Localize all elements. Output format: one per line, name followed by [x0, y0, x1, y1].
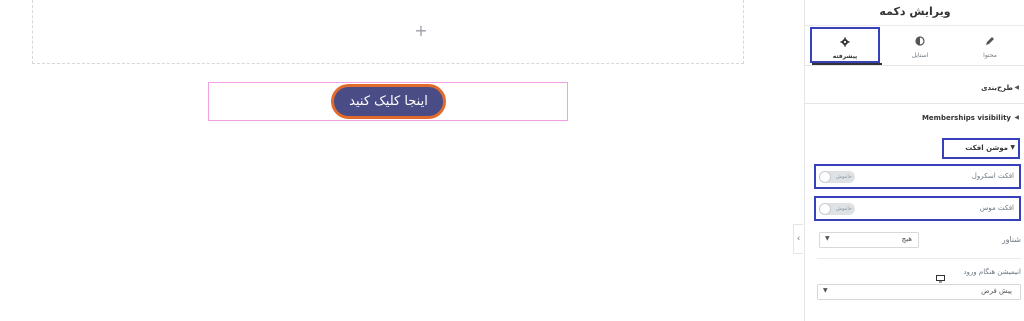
section-layout-label: طرح‌بندی	[981, 84, 1013, 92]
chevron-down-icon: ▼	[823, 287, 828, 294]
panel-title: ویرایش دکمه	[879, 5, 951, 18]
panel-collapse-toggle[interactable]: ‹	[793, 224, 803, 254]
toggle-state-label: خاموش	[836, 206, 852, 212]
float-select[interactable]: هیچ ▼	[819, 232, 919, 248]
float-select-value: هیچ	[901, 235, 912, 243]
toggle-state-label: خاموش	[836, 174, 852, 180]
plus-icon[interactable]: +	[412, 22, 430, 40]
gear-icon	[812, 37, 878, 49]
caret-left-icon: ◀	[1014, 84, 1019, 91]
button-widget[interactable]: اینجا کلیک کنید	[208, 82, 568, 121]
section-memberships-visibility[interactable]: ◀ Memberships visibility	[805, 104, 1024, 134]
section-memberships-label: Memberships visibility	[921, 114, 1011, 122]
section-motion-label: موشن افکت	[965, 144, 1008, 152]
mouse-effect-toggle[interactable]: خاموش	[819, 203, 855, 215]
empty-section[interactable]: +	[32, 0, 744, 64]
tab-advanced[interactable]: پیشرفته	[810, 27, 880, 63]
tab-content-label: محتوا	[983, 52, 997, 59]
scroll-effect-label: افکت اسکرول	[971, 172, 1014, 180]
panel-tabs: محتوا استایل پیشرفته	[805, 26, 1024, 66]
settings-panel: ویرایش دکمه محتوا استایل پیشرفته	[804, 0, 1024, 321]
tab-advanced-label: پیشرفته	[832, 53, 858, 60]
cta-button[interactable]: اینجا کلیک کنید	[331, 84, 446, 119]
editor-screen: + اینجا کلیک کنید ‹ ویرایش دکمه محتوا اس…	[0, 0, 1024, 321]
mouse-effect-label: افکت موس	[979, 204, 1014, 212]
contrast-icon	[885, 36, 955, 48]
section-layout[interactable]: ◀ طرح‌بندی	[805, 74, 1024, 104]
pencil-icon	[955, 36, 1024, 48]
scroll-effect-toggle[interactable]: خاموش	[819, 171, 855, 183]
entrance-animation-label: انیمیشن هنگام ورود	[963, 268, 1021, 276]
divider	[817, 258, 1021, 259]
float-control: شناور هیچ ▼	[817, 230, 1021, 250]
active-tab-indicator	[812, 63, 882, 65]
entrance-select-value: پیش فرض	[981, 287, 1012, 295]
caret-left-icon: ◀	[1014, 114, 1019, 121]
section-motion-effects[interactable]: ▼ موشن افکت	[942, 138, 1020, 159]
tab-content[interactable]: محتوا	[955, 28, 1024, 65]
chevron-down-icon: ▼	[825, 235, 830, 242]
scroll-effect-control: افکت اسکرول خاموش	[814, 164, 1021, 189]
tab-style[interactable]: استایل	[885, 28, 955, 65]
tab-style-label: استایل	[911, 52, 929, 59]
toggle-knob	[819, 203, 831, 215]
toggle-knob	[819, 171, 831, 183]
float-label: شناور	[1001, 235, 1021, 244]
entrance-animation-select[interactable]: پیش فرض ▼	[817, 284, 1021, 300]
caret-down-icon: ▼	[1010, 144, 1015, 151]
editor-canvas: + اینجا کلیک کنید	[0, 0, 790, 321]
desktop-icon[interactable]	[936, 268, 945, 283]
entrance-animation-control: انیمیشن هنگام ورود	[817, 266, 1021, 283]
mouse-effect-control: افکت موس خاموش	[814, 196, 1021, 221]
